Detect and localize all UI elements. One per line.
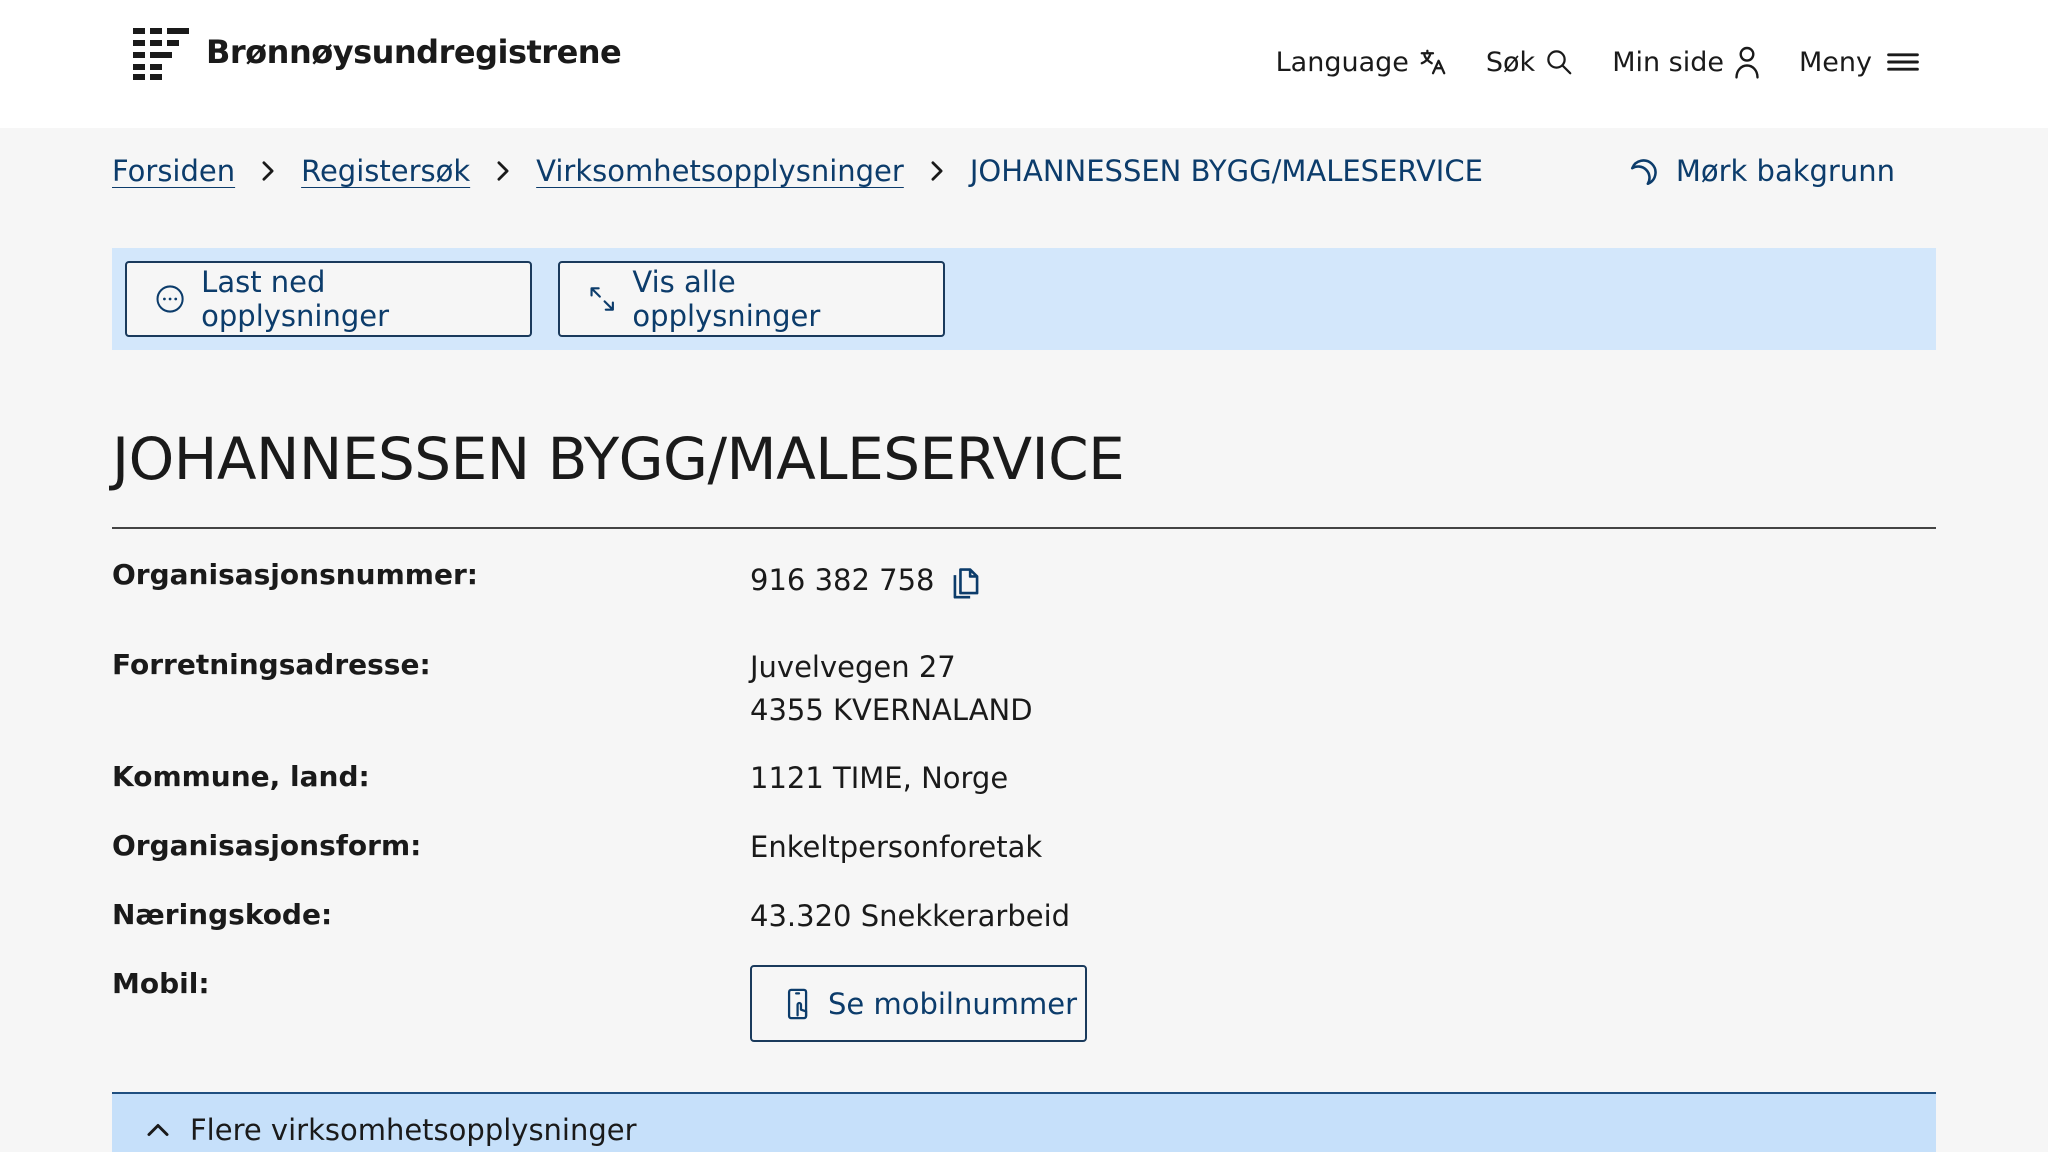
- more-options-icon: [156, 285, 184, 313]
- breadcrumb-registry-search-link[interactable]: Registersøk: [301, 154, 470, 188]
- hamburger-icon: [1887, 53, 1919, 71]
- translate-icon: [1420, 49, 1446, 75]
- logo-icon: [133, 26, 191, 80]
- mobile-label: Mobil:: [112, 967, 210, 1000]
- business-address-line2: 4355 KVERNALAND: [750, 693, 1033, 727]
- my-page-label: Min side: [1612, 46, 1724, 78]
- breadcrumb-current: JOHANNESSEN BYGG/MALESERVICE: [969, 154, 1483, 188]
- industry-code-value: 43.320 Snekkerarbeid: [750, 899, 1071, 933]
- municipality-value: 1121 TIME, Norge: [750, 761, 1009, 795]
- show-all-info-button[interactable]: Vis alle opplysninger: [558, 261, 945, 337]
- site-header: Brønnøysundregistrene Language Søk Min s…: [0, 0, 2048, 128]
- action-bar: Last ned opplysninger Vis alle opplysnin…: [112, 248, 1936, 350]
- breadcrumb-company-info-link[interactable]: Virksomhetsopplysninger: [536, 154, 904, 188]
- brand-logo[interactable]: Brønnøysundregistrene: [133, 26, 622, 80]
- dark-mode-label: Mørk bakgrunn: [1675, 154, 1895, 188]
- chevron-right-icon: [261, 160, 275, 182]
- download-info-label: Last ned opplysninger: [201, 265, 390, 333]
- chevron-up-icon: [147, 1124, 169, 1136]
- dark-mode-toggle[interactable]: Mørk bakgrunn: [1628, 154, 1895, 188]
- business-address-line1: Juvelvegen 27: [750, 650, 956, 684]
- brand-name: Brønnøysundregistrene: [206, 33, 622, 71]
- language-label: Language: [1275, 46, 1409, 78]
- page-title: JOHANNESSEN BYGG/MALESERVICE: [112, 425, 1125, 493]
- moon-icon: [1630, 159, 1657, 186]
- show-mobile-label: Se mobilnummer: [828, 986, 1078, 1021]
- search-button[interactable]: Søk: [1486, 47, 1574, 78]
- org-form-value: Enkeltpersonforetak: [750, 830, 1043, 864]
- breadcrumb-home-link[interactable]: Forsiden: [112, 154, 235, 188]
- show-mobile-button[interactable]: Se mobilnummer: [750, 965, 1087, 1042]
- municipality-label: Kommune, land:: [112, 760, 370, 793]
- more-info-accordion[interactable]: Flere virksomhetsopplysninger: [112, 1092, 1936, 1152]
- my-page-button[interactable]: Min side: [1612, 45, 1761, 79]
- chevron-right-icon: [496, 160, 510, 182]
- expand-icon: [590, 287, 614, 311]
- search-icon: [1547, 50, 1572, 75]
- title-divider: [112, 527, 1936, 529]
- menu-label: Meny: [1799, 46, 1872, 78]
- user-icon: [1735, 46, 1759, 79]
- phone-tap-icon: [787, 988, 808, 1019]
- copy-icon[interactable]: [950, 564, 982, 600]
- breadcrumb: Forsiden Registersøk Virksomhetsopplysni…: [112, 154, 1483, 188]
- top-nav: Language Søk Min side Meny: [1238, 40, 1920, 84]
- org-number-label: Organisasjonsnummer:: [112, 558, 478, 591]
- industry-code-label: Næringskode:: [112, 898, 333, 931]
- language-button[interactable]: Language: [1276, 47, 1448, 78]
- menu-button[interactable]: Meny: [1799, 47, 1920, 78]
- show-all-info-label: Vis alle opplysninger: [632, 265, 821, 333]
- search-label: Søk: [1485, 46, 1536, 78]
- org-form-label: Organisasjonsform:: [112, 829, 422, 862]
- download-info-button[interactable]: Last ned opplysninger: [125, 261, 532, 337]
- chevron-right-icon: [930, 160, 944, 182]
- more-info-label: Flere virksomhetsopplysninger: [190, 1113, 637, 1147]
- business-address-label: Forretningsadresse:: [112, 648, 431, 681]
- org-number-value: 916 382 758: [750, 563, 935, 597]
